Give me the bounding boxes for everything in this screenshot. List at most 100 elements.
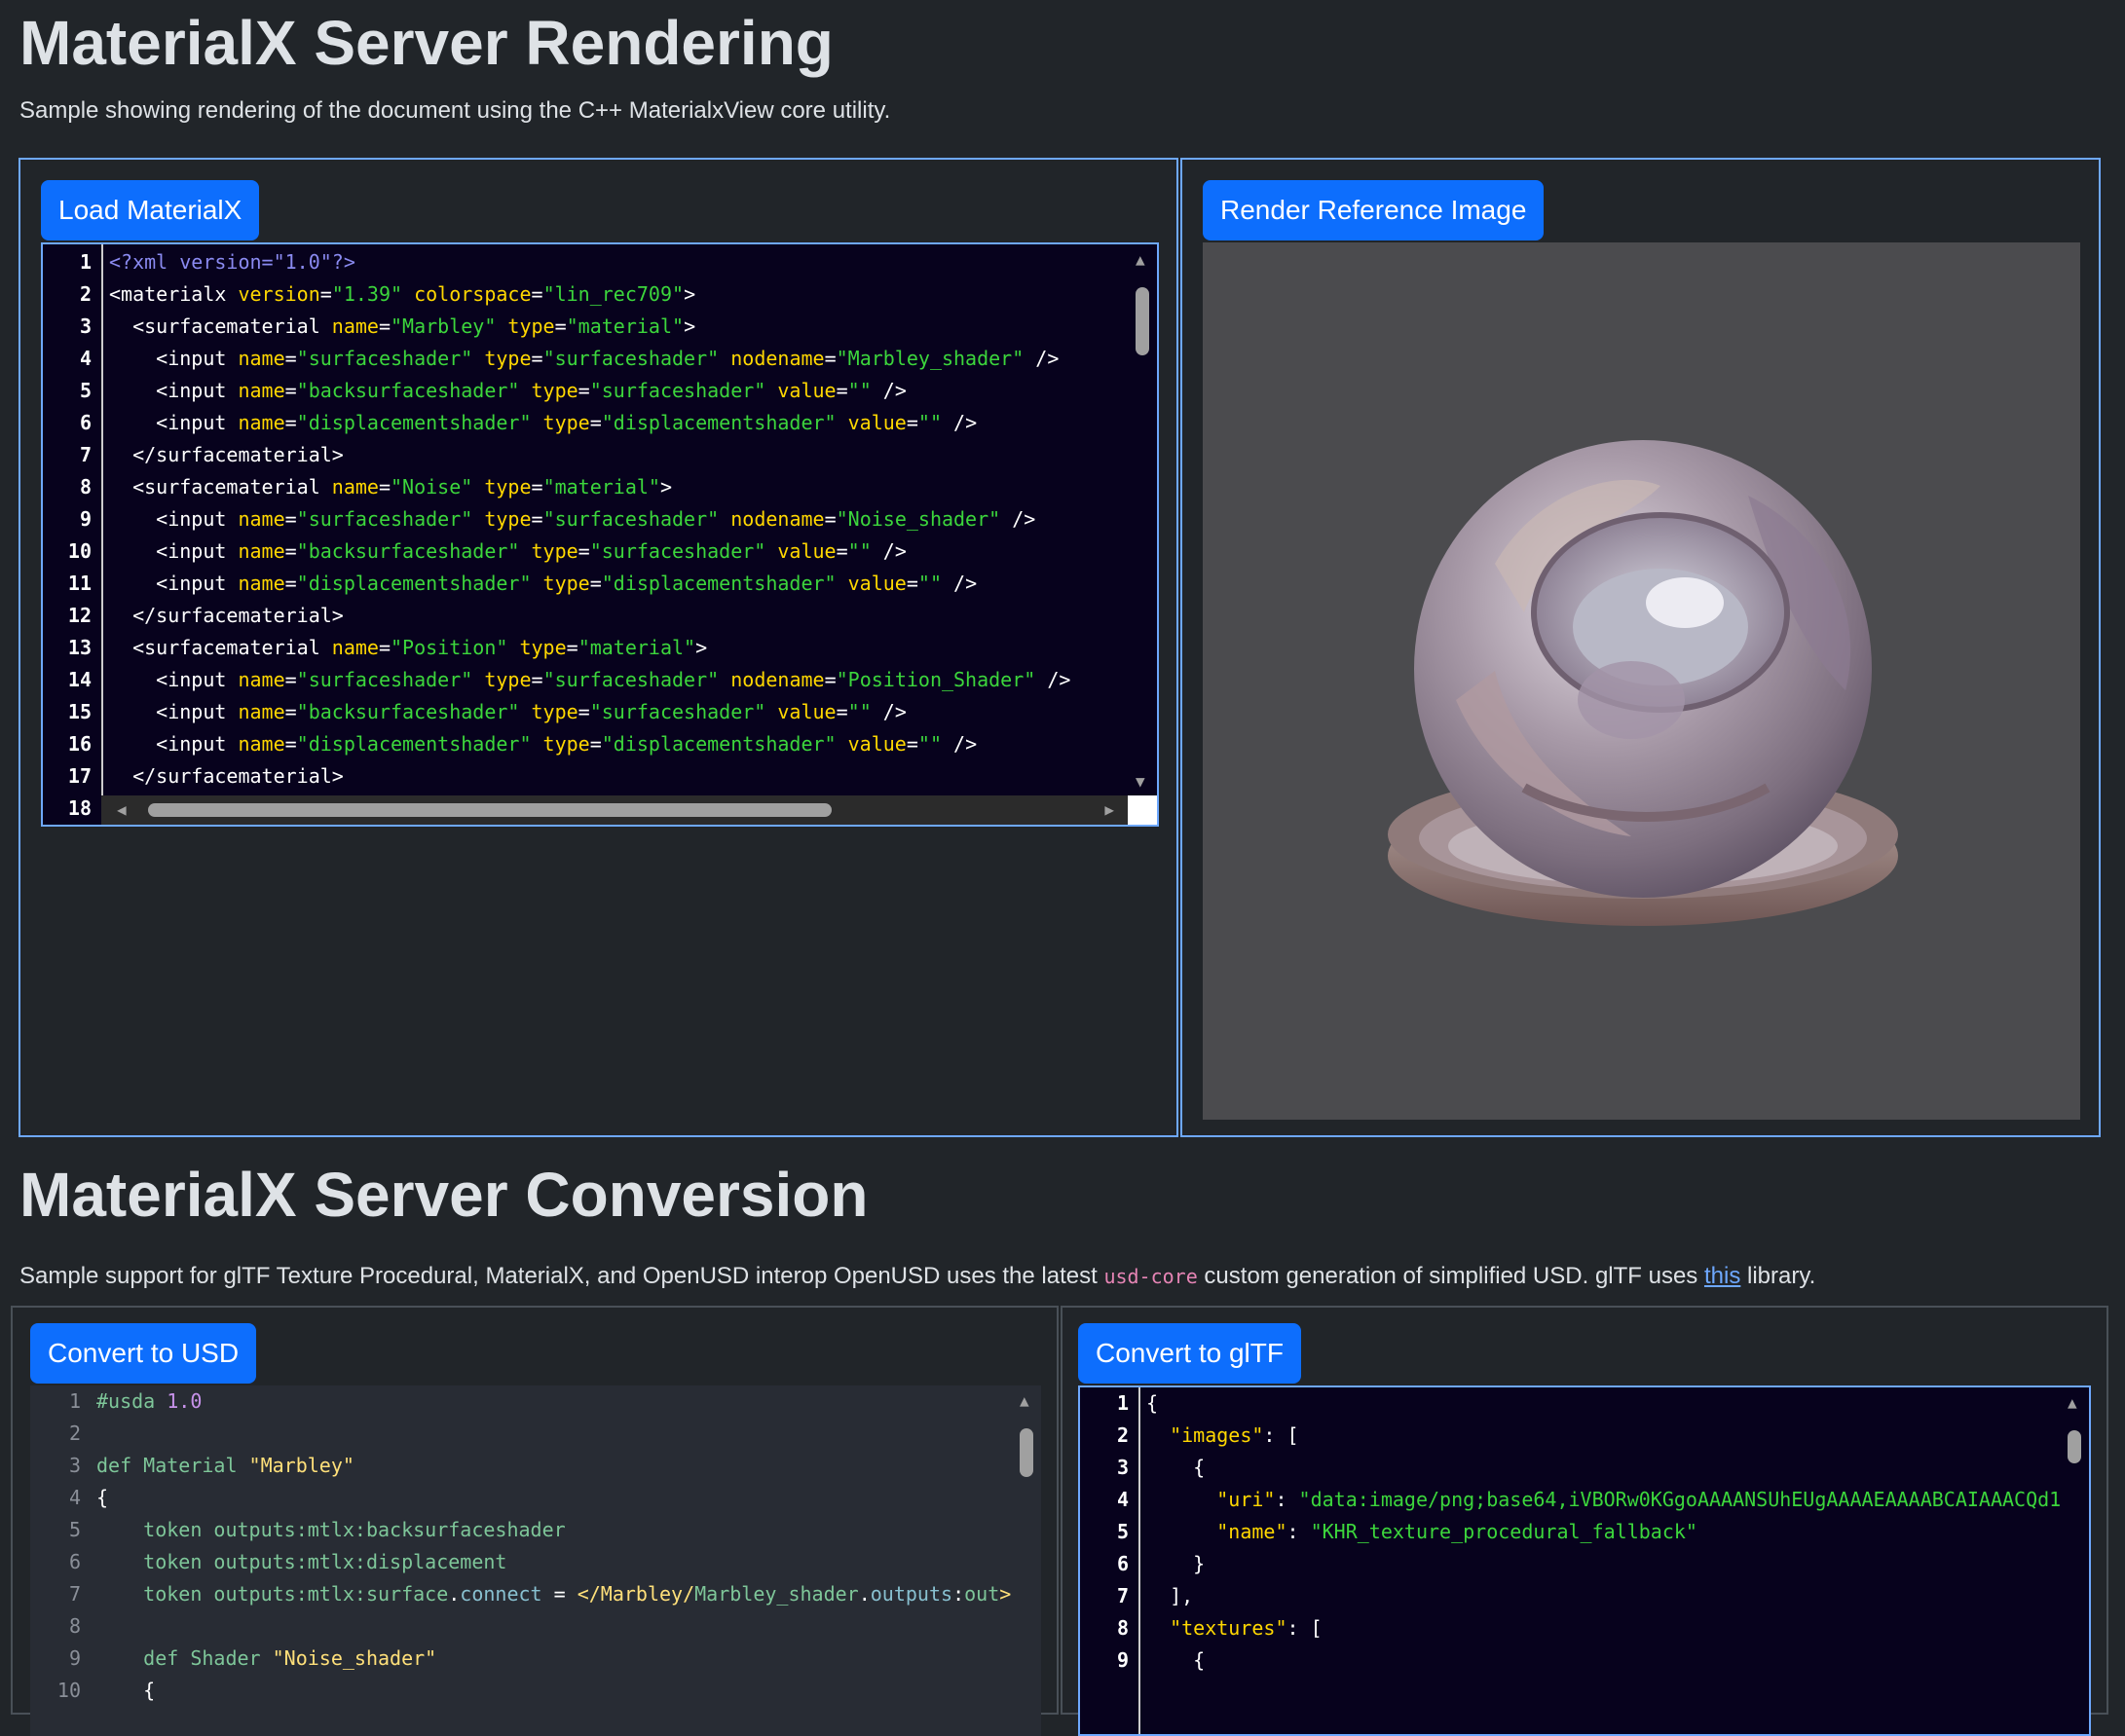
code-token: value [847, 732, 907, 756]
code-token: = [566, 636, 578, 659]
code-token: "surfaceshader" [296, 507, 473, 531]
code-token: </surfacematerial> [109, 443, 344, 466]
line-number: 9 [1116, 1648, 1129, 1672]
code-token: name [238, 732, 285, 756]
load-materialx-button[interactable]: Load MaterialX [41, 180, 260, 240]
rendering-description: Sample showing rendering of the document… [19, 97, 891, 124]
code-token: "textures" [1146, 1616, 1287, 1640]
vertical-scrollbar[interactable]: ▲ ▼ [1128, 244, 1157, 795]
gltf-scroll-up-icon[interactable]: ▲ [2068, 1395, 2077, 1411]
usd-vertical-scrollbar[interactable]: ▲ [1012, 1385, 1041, 1736]
code-token: type [519, 636, 567, 659]
code-token: = [284, 572, 297, 595]
code-token: = [589, 572, 602, 595]
scroll-down-icon[interactable]: ▼ [1136, 774, 1145, 790]
convert-to-usd-button[interactable]: Convert to USD [30, 1323, 257, 1384]
code-token: outputs:mtlx:displacement [213, 1550, 507, 1573]
line-code: </surfacematerial> [109, 439, 344, 471]
line-code: #usda 1.0 [96, 1385, 202, 1418]
usd-scroll-thumb[interactable] [1020, 1428, 1033, 1477]
horizontal-scrollbar[interactable]: ◀ ▶ [101, 795, 1128, 825]
code-token: <input [109, 572, 239, 595]
line-code: <input name="surfaceshader" type="surfac… [109, 343, 1059, 375]
code-token: name [331, 636, 379, 659]
code-token: = [284, 668, 297, 691]
line-number: 4 [1116, 1488, 1129, 1511]
materialx-editor[interactable]: 1 <?xml version="1.0"?> 2 <materialx versio… [41, 242, 1159, 827]
code-token: "displacementshader" [296, 411, 532, 434]
render-viewport[interactable] [1203, 242, 2080, 1120]
horizontal-scroll-thumb[interactable] [148, 803, 832, 817]
code-token: version [238, 282, 320, 306]
render-reference-image-button[interactable]: Render Reference Image [1203, 180, 1545, 240]
code-token: = [541, 1582, 578, 1606]
code-token: outputs:mtlx:backsurfaceshader [213, 1518, 566, 1541]
scroll-right-icon[interactable]: ▶ [1104, 802, 1114, 818]
code-token: Material [143, 1454, 249, 1477]
library-link[interactable]: this [1704, 1263, 1740, 1289]
code-token: > [684, 282, 696, 306]
code-token: /> [871, 700, 907, 723]
code-token: "Position_Shader" [836, 668, 1036, 691]
line-number: 1 [1116, 1391, 1129, 1415]
line-number: 15 [67, 700, 92, 723]
gltf-scroll-thumb[interactable] [2068, 1430, 2081, 1463]
line-number: 8 [79, 475, 92, 499]
scroll-up-icon[interactable]: ▲ [1136, 252, 1145, 268]
line-number: 9 [79, 507, 92, 531]
line-code: { [96, 1482, 108, 1514]
code-token: <input [109, 507, 239, 531]
line-code: def Material "Marbley" [96, 1450, 354, 1482]
line-code: </surfacematerial> [109, 760, 344, 793]
code-token: = [319, 282, 332, 306]
code-token: = [284, 507, 297, 531]
convert-to-gltf-button[interactable]: Convert to glTF [1078, 1323, 1301, 1384]
code-token: name [238, 572, 285, 595]
code-token: "Marbley" [391, 314, 497, 338]
usd-scroll-up-icon[interactable]: ▲ [1020, 1393, 1029, 1409]
line-code: <input name="displacementshader" type="d… [109, 568, 977, 600]
line-number: 8 [68, 1614, 81, 1638]
line-code: <surfacematerial name="Position" type="m… [109, 632, 707, 664]
code-token: = [906, 411, 918, 434]
code-token: "displacementshader" [601, 732, 837, 756]
code-token: /> [1000, 507, 1036, 531]
usd-editor[interactable]: 1 #usda 1.0 2 3 def Material "Marbley" 4 {5 to… [30, 1385, 1041, 1736]
line-code: token outputs:mtlx:backsurfaceshader [96, 1514, 566, 1546]
code-token: def [96, 1646, 191, 1670]
line-code: "name": "KHR_texture_procedural_fallback… [1146, 1516, 1697, 1548]
code-token: /> [1024, 347, 1060, 370]
code-token: "" [917, 411, 942, 434]
code-token: "Position" [391, 636, 508, 659]
scroll-left-icon[interactable]: ◀ [117, 802, 127, 818]
code-token: token [96, 1550, 214, 1573]
gltf-editor[interactable]: 1{2 "images": [3 {4 "uri": "data:image/p… [1078, 1385, 2091, 1736]
line-code: <materialx version="1.39" colorspace="li… [109, 278, 695, 311]
code-token: Shader [190, 1646, 273, 1670]
code-token: nodename [730, 507, 825, 531]
vertical-scroll-thumb[interactable] [1136, 287, 1149, 355]
code-token: = [836, 539, 848, 563]
code-token: outputs [870, 1582, 953, 1606]
code-token: = [578, 539, 590, 563]
line-number: 10 [56, 1679, 81, 1702]
line-number: 4 [68, 1486, 81, 1509]
code-token: "Noise_shader" [836, 507, 1001, 531]
code-token: "material" [578, 636, 696, 659]
code-token: value [777, 700, 837, 723]
line-number: 6 [68, 1550, 81, 1573]
gltf-vertical-scrollbar[interactable]: ▲ [2060, 1387, 2089, 1734]
code-token: <input [109, 411, 239, 434]
code-token: <surfacematerial [109, 636, 332, 659]
code-token: = [578, 700, 590, 723]
code-token: "1.39" [331, 282, 403, 306]
line-number: 1 [79, 250, 92, 274]
line-code: <input name="backsurfaceshader" type="su… [109, 375, 907, 407]
line-code: token outputs:mtlx:surface.connect = </M… [96, 1578, 1011, 1610]
code-token: "displacementshader" [296, 572, 532, 595]
code-token: def [96, 1454, 144, 1477]
